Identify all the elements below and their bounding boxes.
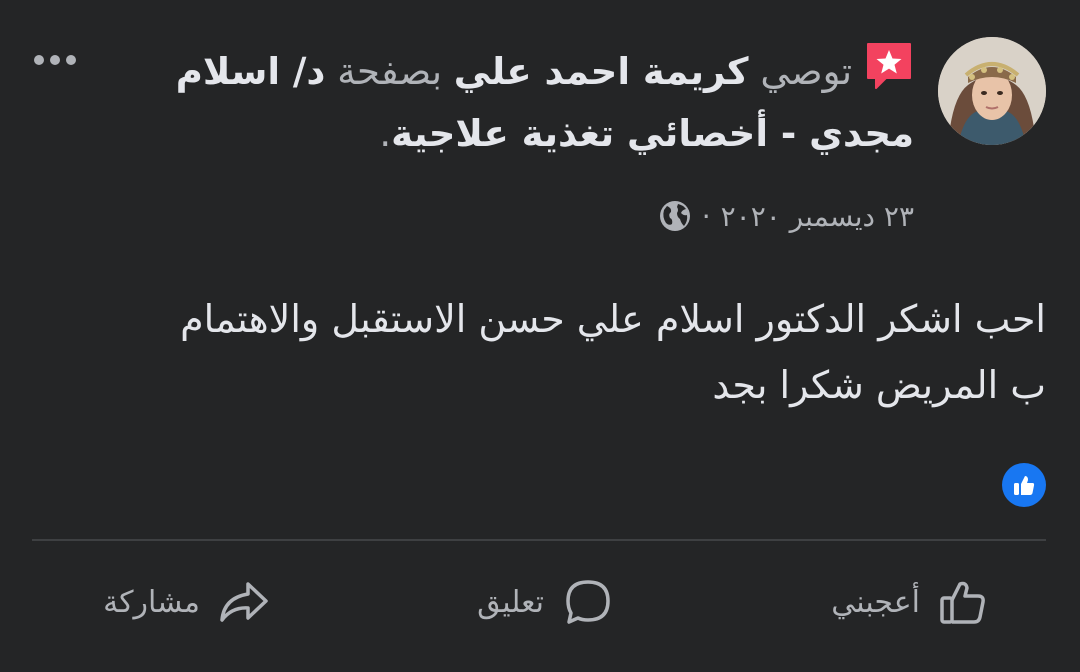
post-body-line: ب المريض شكرا بجد	[712, 363, 1046, 407]
like-label: أعجبني	[831, 584, 920, 620]
like-button[interactable]: أعجبني	[831, 572, 992, 632]
comment-label: تعليق	[477, 584, 544, 620]
post-body: احب اشكر الدكتور اسلام علي حسن الاستقبل …	[46, 286, 1046, 418]
dot-icon	[50, 55, 60, 65]
meta-separator: ·	[701, 199, 711, 233]
globe-icon[interactable]	[658, 199, 692, 233]
share-label: مشاركة	[103, 584, 200, 620]
post-date[interactable]: ٢٣ ديسمبر ٢٠٢٠	[721, 200, 914, 233]
avatar[interactable]	[938, 37, 1046, 145]
comment-button[interactable]: تعليق	[477, 572, 616, 632]
post-card: توصي كريمة احمد علي بصفحة د/ اسلام مجدي …	[0, 0, 1080, 672]
on-page-text: بصفحة	[337, 50, 443, 93]
dot-icon	[34, 55, 44, 65]
post-meta: ٢٣ ديسمبر ٢٠٢٠ ·	[658, 194, 914, 238]
share-icon	[220, 582, 268, 622]
post-header: توصي كريمة احمد علي بصفحة د/ اسلام مجدي …	[154, 40, 914, 165]
share-button[interactable]: مشاركة	[103, 572, 272, 632]
comment-icon	[566, 580, 610, 624]
author-name[interactable]: كريمة احمد علي	[454, 50, 749, 93]
header-period: .	[379, 112, 392, 155]
divider	[32, 539, 1046, 541]
recommends-text: توصي	[760, 50, 852, 93]
thumbs-up-icon	[940, 581, 985, 624]
avatar-image	[938, 37, 1046, 145]
recommend-icon	[864, 40, 914, 92]
dot-icon	[66, 55, 76, 65]
like-reaction-icon[interactable]	[1002, 463, 1046, 507]
more-options-button[interactable]	[30, 48, 80, 72]
post-body-line: احب اشكر الدكتور اسلام علي حسن الاستقبل …	[180, 297, 1046, 341]
